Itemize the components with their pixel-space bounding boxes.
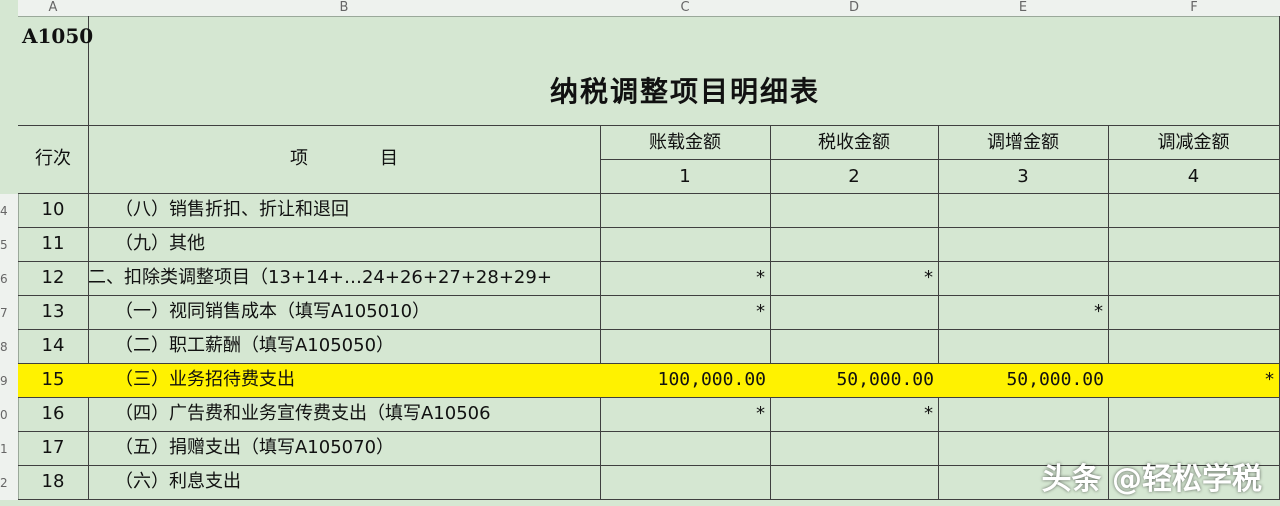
- row-number-cell[interactable]: 18: [18, 466, 89, 500]
- item-cell[interactable]: （九）其他: [88, 228, 601, 262]
- tiao-zeng-cell[interactable]: 50,000.00: [938, 364, 1109, 398]
- tiao-zeng-cell[interactable]: [938, 194, 1109, 228]
- zhang-zai-cell[interactable]: *: [600, 398, 771, 432]
- row-number-cell[interactable]: 16: [18, 398, 89, 432]
- shui-shou-cell[interactable]: 50,000.00: [770, 364, 939, 398]
- shui-shou-cell[interactable]: *: [770, 398, 939, 432]
- zhang-zai-cell[interactable]: *: [600, 262, 771, 296]
- column-header-a[interactable]: A: [18, 0, 89, 17]
- tiao-zeng-cell[interactable]: [938, 262, 1109, 296]
- row-number-cell[interactable]: 10: [18, 194, 89, 228]
- header-col-num-3[interactable]: 3: [938, 160, 1109, 194]
- row-header[interactable]: 9: [0, 364, 19, 398]
- shui-shou-cell[interactable]: [770, 466, 939, 500]
- tiao-zeng-cell[interactable]: *: [938, 296, 1109, 330]
- row-header[interactable]: 8: [0, 330, 19, 364]
- column-header-d[interactable]: D: [770, 0, 939, 17]
- row-header[interactable]: 5: [0, 228, 19, 262]
- header-shui-shou[interactable]: 税收金额: [770, 126, 939, 160]
- row-header[interactable]: 1: [0, 432, 19, 466]
- row-number-cell[interactable]: 12: [18, 262, 89, 296]
- item-cell[interactable]: 二、扣除类调整项目（13+14+…24+26+27+28+29+: [88, 262, 601, 296]
- item-cell[interactable]: （一）视同销售成本（填写A105010）: [88, 296, 601, 330]
- tiao-jian-cell[interactable]: [1108, 296, 1280, 330]
- tiao-jian-cell[interactable]: [1108, 262, 1280, 296]
- row-header[interactable]: 4: [0, 194, 19, 228]
- row-header[interactable]: 2: [0, 466, 19, 500]
- item-cell[interactable]: （六）利息支出: [88, 466, 601, 500]
- row-number-cell[interactable]: 15: [18, 364, 89, 398]
- shui-shou-cell[interactable]: [770, 432, 939, 466]
- tiao-zeng-cell[interactable]: [938, 398, 1109, 432]
- header-col-num-1[interactable]: 1: [600, 160, 771, 194]
- row-header[interactable]: 0: [0, 398, 19, 432]
- column-header-c[interactable]: C: [600, 0, 771, 17]
- header-tiao-zeng[interactable]: 调增金额: [938, 126, 1109, 160]
- item-cell[interactable]: （五）捐赠支出（填写A105070）: [88, 432, 601, 466]
- item-cell[interactable]: （二）职工薪酬（填写A105050）: [88, 330, 601, 364]
- tiao-jian-cell[interactable]: *: [1108, 364, 1280, 398]
- form-code: A1050: [22, 24, 94, 48]
- tiao-jian-cell[interactable]: [1108, 398, 1280, 432]
- zhang-zai-cell[interactable]: [600, 432, 771, 466]
- row-header[interactable]: 7: [0, 296, 19, 330]
- spreadsheet: A B C D E F A1050 纳税调整项目明细表 行次 项 目 账载金额 …: [0, 0, 1280, 506]
- tiao-zeng-cell[interactable]: [938, 228, 1109, 262]
- shui-shou-cell[interactable]: [770, 228, 939, 262]
- row-number-cell[interactable]: 17: [18, 432, 89, 466]
- zhang-zai-cell[interactable]: 100,000.00: [600, 364, 771, 398]
- zhang-zai-cell[interactable]: [600, 228, 771, 262]
- header-zhang-zai[interactable]: 账载金额: [600, 126, 771, 160]
- item-cell[interactable]: （四）广告费和业务宣传费支出（填写A10506: [88, 398, 601, 432]
- header-col-num-4[interactable]: 4: [1108, 160, 1280, 194]
- shui-shou-cell[interactable]: [770, 296, 939, 330]
- watermark: 头条 @轻松学税: [1041, 462, 1262, 497]
- zhang-zai-cell[interactable]: *: [600, 296, 771, 330]
- item-cell[interactable]: （三）业务招待费支出: [88, 364, 601, 398]
- header-col-num-2[interactable]: 2: [770, 160, 939, 194]
- shui-shou-cell[interactable]: [770, 194, 939, 228]
- tiao-jian-cell[interactable]: [1108, 330, 1280, 364]
- header-xiang-mu[interactable]: 项 目: [88, 126, 601, 194]
- shui-shou-cell[interactable]: *: [770, 262, 939, 296]
- column-header-b[interactable]: B: [88, 0, 601, 17]
- header-tiao-jian[interactable]: 调减金额: [1108, 126, 1280, 160]
- row-number-cell[interactable]: 14: [18, 330, 89, 364]
- item-cell[interactable]: （八）销售折扣、折让和退回: [88, 194, 601, 228]
- column-header-e[interactable]: E: [938, 0, 1109, 17]
- tiao-zeng-cell[interactable]: [938, 330, 1109, 364]
- row-header[interactable]: 6: [0, 262, 19, 296]
- shui-shou-cell[interactable]: [770, 330, 939, 364]
- column-header-f[interactable]: F: [1108, 0, 1280, 17]
- header-hang-ci[interactable]: 行次: [18, 126, 89, 194]
- zhang-zai-cell[interactable]: [600, 194, 771, 228]
- row-number-cell[interactable]: 13: [18, 296, 89, 330]
- zhang-zai-cell[interactable]: [600, 330, 771, 364]
- tiao-jian-cell[interactable]: [1108, 228, 1280, 262]
- tiao-jian-cell[interactable]: [1108, 194, 1280, 228]
- page-title: 纳税调整项目明细表: [549, 75, 820, 108]
- zhang-zai-cell[interactable]: [600, 466, 771, 500]
- row-number-cell[interactable]: 11: [18, 228, 89, 262]
